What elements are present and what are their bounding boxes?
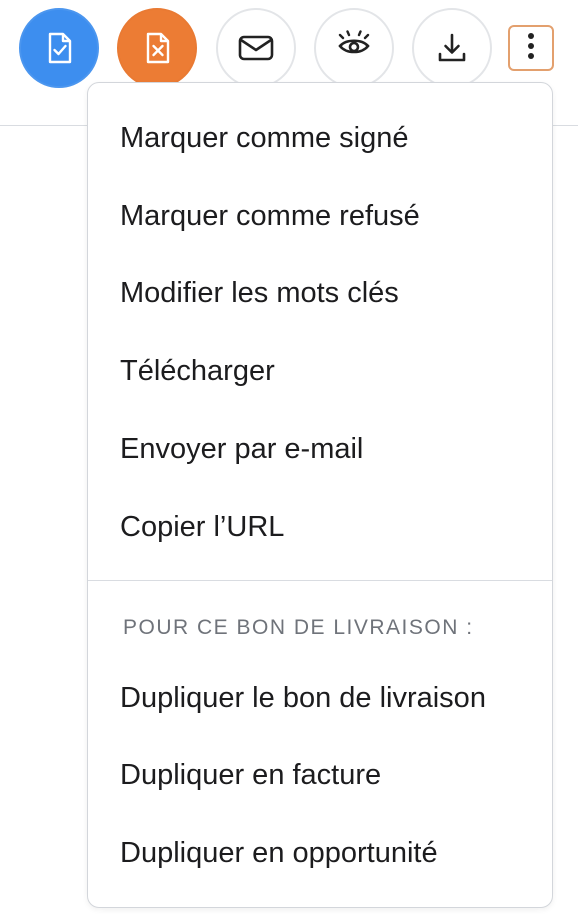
send-email-button[interactable] xyxy=(216,8,296,88)
more-actions-button[interactable] xyxy=(508,25,554,71)
menu-item-mark-refused[interactable]: Marquer comme refusé xyxy=(120,188,542,244)
menu-item-duplicate-as-opportunity[interactable]: Dupliquer en opportunité xyxy=(120,825,542,881)
download-icon xyxy=(435,31,469,65)
menu-section-title: POUR CE BON DE LIVRAISON : xyxy=(123,616,474,639)
menu-divider xyxy=(88,580,552,581)
menu-item-send-email[interactable]: Envoyer par e-mail xyxy=(120,421,542,477)
preview-button[interactable] xyxy=(314,8,394,88)
envelope-icon xyxy=(237,33,275,63)
menu-item-copy-url[interactable]: Copier l’URL xyxy=(120,499,542,555)
menu-item-mark-signed[interactable]: Marquer comme signé xyxy=(120,110,542,166)
page: Marquer comme signé Marquer comme refusé… xyxy=(0,0,578,924)
mark-refused-button[interactable] xyxy=(117,8,197,88)
actions-dropdown-menu: Marquer comme signé Marquer comme refusé… xyxy=(87,82,553,908)
eye-icon xyxy=(334,30,374,66)
download-button[interactable] xyxy=(412,8,492,88)
vertical-dots-icon xyxy=(527,31,535,66)
menu-item-edit-keywords[interactable]: Modifier les mots clés xyxy=(120,265,542,321)
document-check-icon xyxy=(42,31,76,65)
menu-item-download[interactable]: Télécharger xyxy=(120,343,542,399)
document-x-icon xyxy=(140,31,174,65)
menu-item-duplicate-as-invoice[interactable]: Dupliquer en facture xyxy=(120,747,542,803)
menu-item-duplicate-delivery-note[interactable]: Dupliquer le bon de livraison xyxy=(120,670,542,726)
mark-signed-button[interactable] xyxy=(19,8,99,88)
